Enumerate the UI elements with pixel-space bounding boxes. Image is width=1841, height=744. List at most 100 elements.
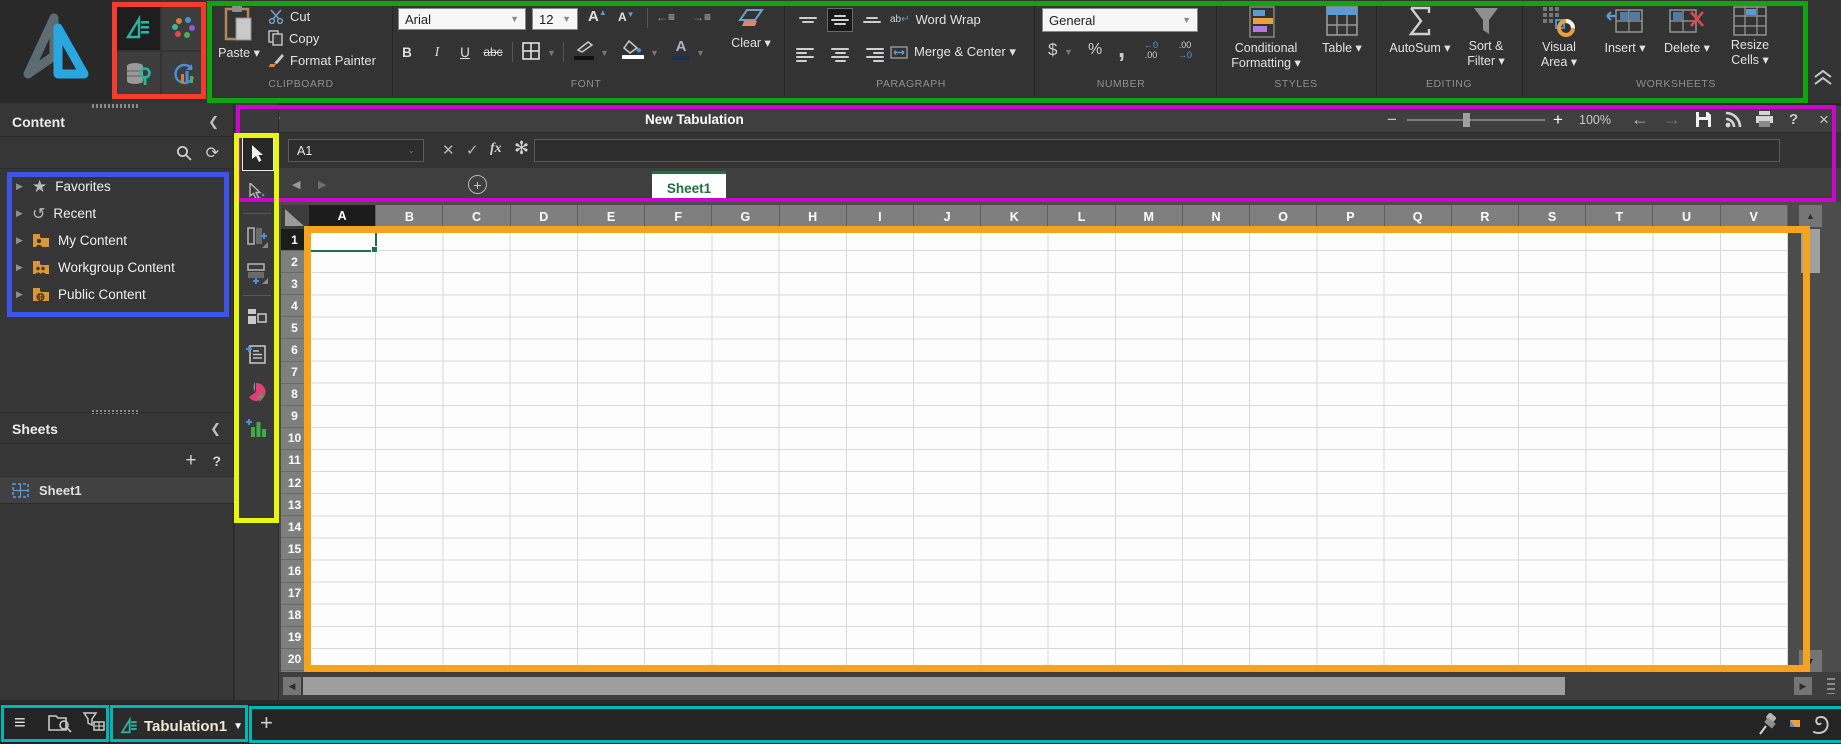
currency-dropdown[interactable]: ▼ bbox=[1064, 47, 1073, 57]
align-left-button[interactable] bbox=[796, 44, 820, 66]
comma-button[interactable]: , bbox=[1118, 33, 1125, 64]
italic-button[interactable]: I bbox=[424, 40, 450, 64]
menu-icon[interactable]: ≡ bbox=[14, 712, 26, 735]
borders-dropdown[interactable]: ▼ bbox=[547, 48, 556, 58]
document-tab-active[interactable]: Tabulation1 ▼ bbox=[112, 706, 248, 744]
visual-area-button[interactable]: Visual Area ▾ bbox=[1530, 6, 1588, 70]
align-top-button[interactable] bbox=[796, 9, 820, 31]
column-header-H[interactable]: H bbox=[780, 205, 847, 229]
sidebar-item-recent[interactable]: ▶ ↺ Recent bbox=[0, 200, 233, 227]
row-header-16[interactable]: 16 bbox=[281, 560, 309, 582]
column-header-B[interactable]: B bbox=[376, 205, 443, 229]
decrease-indent-button[interactable]: ←≡ bbox=[656, 10, 675, 24]
column-header-N[interactable]: N bbox=[1183, 205, 1250, 229]
scroll-up-icon[interactable]: ▲ bbox=[1799, 205, 1822, 227]
draw-border-button[interactable] bbox=[574, 40, 594, 60]
strikethrough-button[interactable]: abc bbox=[480, 40, 506, 64]
decrease-decimal-button[interactable]: .00 →0 bbox=[1178, 40, 1192, 60]
number-format-select[interactable]: General▼ bbox=[1042, 8, 1198, 32]
row-header-14[interactable]: 14 bbox=[281, 516, 309, 538]
insert-row-tool-button[interactable] bbox=[242, 258, 272, 288]
row-header-7[interactable]: 7 bbox=[281, 362, 309, 384]
help-panel-icon[interactable]: ? bbox=[212, 453, 221, 469]
add-document-tab-button[interactable]: + bbox=[260, 710, 273, 736]
delete-cells-button[interactable]: Delete ▾ bbox=[1658, 6, 1716, 56]
tabulation-app-tile[interactable] bbox=[116, 6, 160, 50]
confirm-entry-icon[interactable]: ✓ bbox=[466, 141, 479, 159]
row-header-13[interactable]: 13 bbox=[281, 494, 309, 516]
add-sheet-button[interactable]: + bbox=[468, 175, 487, 194]
undo-back-button[interactable]: ← bbox=[1631, 106, 1649, 133]
add-sheet-panel-icon[interactable]: + bbox=[185, 450, 196, 472]
column-header-K[interactable]: K bbox=[981, 205, 1048, 229]
column-header-G[interactable]: G bbox=[712, 205, 779, 229]
align-bottom-button[interactable] bbox=[860, 9, 884, 31]
cancel-entry-icon[interactable]: ✕ bbox=[442, 141, 455, 159]
scroll-right-icon[interactable]: ▶ bbox=[1794, 677, 1812, 695]
borders-button[interactable] bbox=[522, 42, 540, 60]
spiral-icon[interactable] bbox=[1808, 710, 1834, 736]
vertical-scrollbar[interactable]: ▲ ▼ bbox=[1799, 205, 1822, 672]
row-header-17[interactable]: 17 bbox=[281, 583, 309, 605]
row-header-9[interactable]: 9 bbox=[281, 406, 309, 428]
layout-tool-button[interactable] bbox=[242, 303, 272, 333]
resize-cells-button[interactable]: Resize Cells ▾ bbox=[1720, 6, 1780, 68]
next-sheet-icon[interactable]: ▶ bbox=[318, 178, 326, 191]
search-icon[interactable] bbox=[176, 145, 192, 161]
column-header-U[interactable]: U bbox=[1653, 205, 1720, 229]
column-header-V[interactable]: V bbox=[1721, 205, 1788, 229]
word-wrap-button[interactable]: ab↵ Word Wrap bbox=[890, 9, 981, 29]
increase-indent-button[interactable]: →≡ bbox=[692, 10, 711, 24]
column-header-T[interactable]: T bbox=[1586, 205, 1653, 229]
column-header-O[interactable]: O bbox=[1250, 205, 1317, 229]
insert-column-tool-button[interactable] bbox=[242, 222, 272, 252]
column-header-C[interactable]: C bbox=[443, 205, 510, 229]
align-middle-button[interactable] bbox=[828, 9, 852, 31]
font-color-button[interactable]: A bbox=[672, 38, 690, 60]
collapse-panel-icon[interactable]: ❮ bbox=[208, 114, 219, 130]
expand-chevron-icon[interactable]: ▶ bbox=[16, 262, 24, 273]
column-header-A[interactable]: A bbox=[309, 205, 376, 229]
insert-pie-chart-tool-button[interactable] bbox=[242, 377, 272, 407]
row-header-5[interactable]: 5 bbox=[281, 317, 309, 339]
data-app-tile[interactable] bbox=[116, 52, 160, 96]
pin-dropdown-icon[interactable] bbox=[1790, 720, 1800, 727]
font-color-dropdown[interactable]: ▼ bbox=[696, 48, 705, 58]
print-button[interactable] bbox=[1755, 106, 1774, 133]
zoom-slider-track[interactable] bbox=[1407, 119, 1545, 121]
column-header-S[interactable]: S bbox=[1519, 205, 1586, 229]
report-app-tile[interactable] bbox=[162, 52, 206, 96]
sidebar-item-my-content[interactable]: ▶ My Content bbox=[0, 227, 233, 254]
zoom-out-button[interactable]: − bbox=[1387, 106, 1397, 133]
autosum-button[interactable]: AutoSum ▾ bbox=[1388, 6, 1452, 56]
close-button[interactable]: × bbox=[1819, 106, 1829, 133]
refresh-icon[interactable]: ⟳ bbox=[206, 143, 219, 163]
help-button[interactable]: ? bbox=[1789, 106, 1798, 133]
format-painter-button[interactable]: Format Painter bbox=[268, 50, 376, 70]
ai-assistant-icon[interactable]: ✻ bbox=[514, 138, 529, 159]
insert-function-icon[interactable]: fx bbox=[490, 141, 502, 157]
prev-sheet-icon[interactable]: ◀ bbox=[292, 178, 300, 191]
increase-decimal-button[interactable]: ←0 .00 bbox=[1144, 40, 1158, 60]
sidebar-item-public-content[interactable]: ▶ Public Content bbox=[0, 281, 233, 308]
underline-button[interactable]: U bbox=[452, 40, 478, 64]
collapse-ribbon-button[interactable] bbox=[1812, 68, 1834, 88]
palette-app-tile[interactable] bbox=[162, 6, 206, 50]
currency-button[interactable]: $ bbox=[1048, 40, 1057, 60]
filter-grid-icon[interactable] bbox=[82, 712, 106, 734]
clear-button[interactable]: Clear ▾ bbox=[722, 8, 780, 51]
select-all-corner[interactable] bbox=[281, 205, 309, 229]
feed-button[interactable] bbox=[1725, 106, 1742, 133]
select-tool-button[interactable] bbox=[242, 137, 274, 171]
insert-cells-button[interactable]: Insert ▾ bbox=[1596, 6, 1654, 56]
font-size-select[interactable]: 12▼ bbox=[532, 8, 578, 30]
column-header-P[interactable]: P bbox=[1317, 205, 1384, 229]
column-header-E[interactable]: E bbox=[578, 205, 645, 229]
row-header-3[interactable]: 3 bbox=[281, 273, 309, 295]
row-header-15[interactable]: 15 bbox=[281, 538, 309, 560]
horizontal-scrollbar-thumb[interactable] bbox=[303, 677, 1565, 695]
column-header-I[interactable]: I bbox=[847, 205, 914, 229]
table-button[interactable]: Table ▾ bbox=[1314, 6, 1370, 56]
zoom-slider-thumb[interactable] bbox=[1463, 113, 1470, 127]
align-right-button[interactable] bbox=[860, 44, 884, 66]
